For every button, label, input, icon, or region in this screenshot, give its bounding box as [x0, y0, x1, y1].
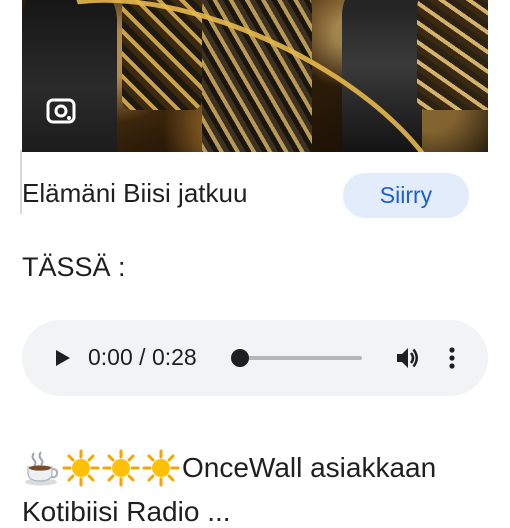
go-button[interactable]: Siirry: [343, 173, 469, 218]
seek-thumb[interactable]: [231, 349, 249, 367]
time-separator: /: [132, 344, 152, 370]
performer-5: [417, 0, 488, 110]
google-lens-icon[interactable]: [46, 98, 76, 124]
time-display: 0:00 / 0:28: [88, 344, 197, 371]
sun-icon: [142, 449, 180, 487]
duration: 0:28: [151, 344, 197, 370]
promo-title[interactable]: Elämäni Biisi jatkuu: [22, 178, 247, 209]
hot-beverage-icon: [22, 449, 60, 487]
seek-bar[interactable]: [240, 356, 362, 360]
promo-image[interactable]: [22, 0, 488, 152]
play-icon[interactable]: [50, 346, 74, 370]
post-text: OnceWall asiakkaan: [182, 452, 437, 483]
sun-icon: [102, 449, 140, 487]
sun-icon: [62, 449, 100, 487]
post-second-line: Kotibiisi Radio ...: [22, 496, 231, 527]
more-vert-icon[interactable]: [442, 345, 462, 371]
audio-player: 0:00 / 0:28: [22, 320, 488, 396]
volume-icon[interactable]: [394, 345, 420, 371]
current-time: 0:00: [88, 344, 133, 370]
section-label: TÄSSÄ :: [22, 252, 126, 282]
post-first-line: OnceWall asiakkaan: [22, 448, 436, 488]
